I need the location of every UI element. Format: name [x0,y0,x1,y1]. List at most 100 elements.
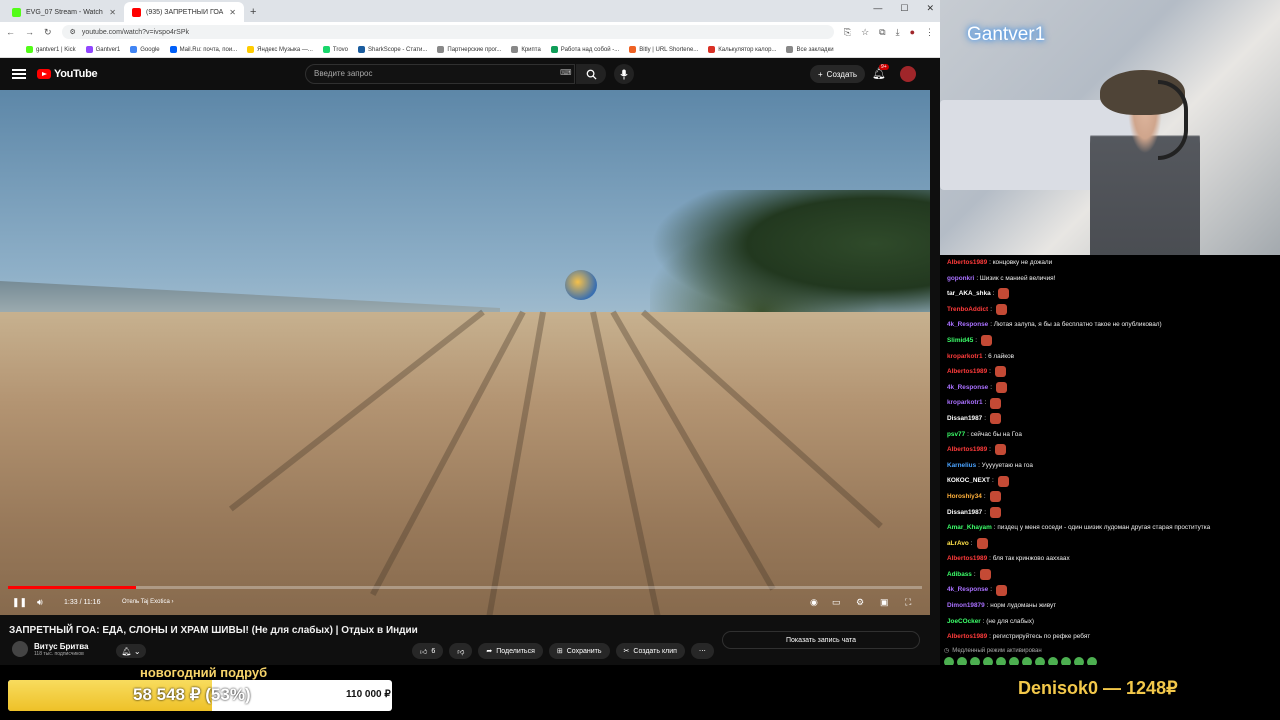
like-button[interactable]: 👍︎ 6 [412,643,444,659]
channel-info[interactable]: Витус Бритва 118 тыс. подписчиков [12,641,88,657]
chat-username[interactable]: goponkri [947,271,974,287]
voice-search-button[interactable] [614,64,634,84]
pause-icon[interactable]: ❚❚ [12,597,27,608]
chat-message: Adibass: [947,567,1280,583]
chat-username[interactable]: aLrAvo [947,536,969,552]
bookmark-item[interactable]: Gantver1 [85,46,120,53]
bookmark-item[interactable]: Крипта [511,46,541,53]
autoplay-toggle-icon[interactable]: ◉ [810,597,818,608]
dislike-button[interactable]: 👎︎ [449,643,473,659]
chat-username[interactable]: Albertos1989 [947,551,987,567]
chat-message: Dissan1987: [947,505,1280,521]
chat-username[interactable]: Dimon19879 [947,598,985,614]
bell-icon: 🔔︎ ⌄ [121,646,141,656]
channel-avatar[interactable] [12,641,28,657]
chat-text: : концовку не дожали [989,259,1053,266]
chat-username[interactable]: 4k_Response [947,582,988,598]
share-button[interactable]: ➦ Поделиться [478,643,543,659]
chat-username[interactable]: 4k_Response [947,317,988,333]
bookmark-item[interactable]: Google [130,46,160,53]
channel-name[interactable]: Витус Бритва [34,642,88,651]
new-tab-button[interactable]: + [244,2,262,22]
chat-username[interactable]: JoeCOcker [947,614,981,630]
subtitles-icon[interactable]: ▭ [832,597,841,608]
tab-youtube[interactable]: (935) ЗАПРЕТНЫЙ ГОА: ЕД ✕ [124,2,244,22]
chat-text: : [989,368,991,376]
create-button[interactable]: + Создать [810,65,866,83]
bookmark-item[interactable]: Trovo [322,46,348,53]
chat-emote-icon [989,491,1001,503]
reload-icon[interactable]: ↻ [44,27,52,38]
close-icon[interactable]: ✕ [109,8,116,17]
video-player[interactable] [0,90,930,615]
search-input[interactable]: Введите запрос [305,64,575,84]
chat-username[interactable]: Albertos1989 [947,255,987,271]
bookmark-item[interactable]: Яндекс Музыка —... [247,46,313,53]
profile-icon[interactable]: ● [910,27,915,38]
save-button[interactable]: ⊞ Сохранить [548,643,610,659]
site-info-icon[interactable]: ⚙ [70,28,76,36]
download-icon[interactable]: ⤓ [896,27,900,38]
chat-username[interactable]: Dissan1987 [947,411,982,427]
bookmark-item[interactable]: Bitly | URL Shortene... [629,46,698,53]
close-icon[interactable]: ✕ [229,8,236,17]
keyboard-icon[interactable]: ⌨ [560,68,572,77]
chat-username[interactable]: Karnelius [947,458,976,474]
toolbar-icons: ⎘ ☆ ⧉ ⤓ ● ⋮ [844,27,934,38]
subscription-bell-button[interactable]: 🔔︎ ⌄ [116,644,146,658]
minimize-icon[interactable]: — [873,3,882,14]
chat-username[interactable]: Dissan1987 [947,505,982,521]
bookmark-item[interactable]: Работа над собой -... [550,46,619,53]
chat-username[interactable]: kroparkotr1 [947,395,983,411]
chat-username[interactable]: Albertos1989 [947,442,987,458]
bookmark-item[interactable]: Все закладки [786,46,834,53]
volume-icon[interactable]: 🔊︎ [37,597,43,608]
bookmark-item[interactable]: Калькулятор калор... [708,46,776,53]
more-actions-button[interactable]: ⋯ [690,643,714,659]
chapter-label[interactable]: Отель Taj Exotica › [122,599,173,605]
extensions-icon[interactable]: ⧉ [879,27,885,38]
settings-gear-icon[interactable]: ⚙ [856,597,864,608]
chat-message: КОКОС_NEXT: [947,473,1280,489]
miniplayer-icon[interactable]: ▣ [880,597,889,608]
clip-button[interactable]: ✂ Создать клип [615,643,685,659]
search-button[interactable] [576,64,606,84]
forward-icon[interactable]: → [25,27,34,37]
maximize-icon[interactable]: ☐ [900,3,908,14]
chat-emote-icon [996,584,1007,596]
account-avatar[interactable] [900,66,916,82]
menu-icon[interactable]: ⋮ [925,27,934,38]
close-window-icon[interactable]: ✕ [926,3,934,14]
chat-username[interactable]: Albertos1989 [947,364,987,380]
chat-username[interactable]: TrenboAddict [947,302,988,318]
hamburger-menu-icon[interactable] [12,69,26,79]
chat-username[interactable]: Adibass [947,567,972,583]
bookmark-item[interactable]: Mail.Ru: почта, пои... [169,46,237,53]
chat-username[interactable]: КОКОС_NEXT [947,473,990,489]
chat-username[interactable]: Albertos1989 [947,629,987,645]
chat-username[interactable]: 4k_Response [947,380,988,396]
chat-username[interactable]: Amar_Khayam [947,520,992,536]
bookmark-item[interactable]: SharkScope - Стати... [358,46,427,53]
parasail-balloon [565,270,597,300]
chat-username[interactable]: Horoshiy34 [947,489,982,505]
show-chat-replay-button[interactable]: Показать запись чата [722,631,920,649]
video-progress-bar[interactable] [8,586,922,589]
goal-current: 58 548 ₽ (53%) [133,685,251,704]
chat-username[interactable]: tar_AKA_shka [947,286,991,302]
chat-username[interactable]: Slimid45 [947,333,973,349]
install-icon[interactable]: ⎘ [844,27,851,38]
goal-target: 110 000 ₽ [346,689,391,700]
bookmark-item[interactable]: gantver1 | Kick [26,46,76,53]
bookmark-item[interactable]: Партнерские прог... [437,46,501,53]
youtube-logo[interactable]: YouTube [37,68,98,80]
chat-emote-icon [989,413,1001,425]
address-bar[interactable]: ⚙ youtube.com/watch?v=ivspo4rSPk [61,25,834,39]
tab-kick[interactable]: EVG_07 Stream - Watch Live on ✕ [4,2,124,22]
thumbs-down-icon: 👎︎ [457,648,465,656]
chat-username[interactable]: psv77 [947,427,965,443]
fullscreen-icon[interactable]: ⛶ [905,597,911,608]
star-icon[interactable]: ☆ [861,27,869,38]
chat-username[interactable]: kroparkotr1 [947,349,983,365]
back-icon[interactable]: ← [6,27,15,37]
